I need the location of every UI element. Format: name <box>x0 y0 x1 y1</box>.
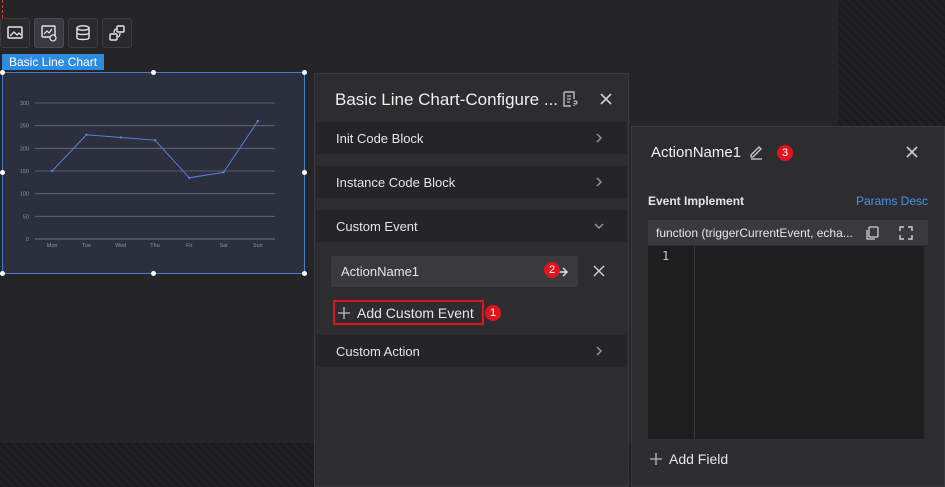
code-signature: function (triggerCurrentEvent, echa... <box>648 220 928 245</box>
y-tick-label: 250 <box>20 124 29 130</box>
event-editor-panel: ActionName1 3 Event Implement Params Des… <box>631 126 945 487</box>
step-badge-1: 1 <box>485 305 501 321</box>
chart-settings-button[interactable] <box>34 18 64 48</box>
resize-handle-top[interactable] <box>151 70 156 75</box>
database-button[interactable] <box>68 18 98 48</box>
x-tick-label: Wed <box>115 243 126 249</box>
step-badge-3: 3 <box>777 145 793 161</box>
document-icon[interactable] <box>561 90 579 108</box>
data-point <box>153 138 157 142</box>
event-implement-label: Event Implement <box>648 194 745 208</box>
data-point <box>50 169 54 173</box>
resize-handle-bottom-right[interactable] <box>302 271 307 276</box>
chart-settings-icon <box>41 25 57 42</box>
database-icon <box>76 25 90 41</box>
function-signature: function (triggerCurrentEvent, echa... <box>656 225 853 240</box>
image-tool-icon <box>7 26 23 39</box>
params-desc-link[interactable]: Params Desc <box>856 194 928 208</box>
chevron-right-icon <box>596 133 602 143</box>
line-number: 1 <box>662 249 670 263</box>
x-tick-label: Sun <box>253 243 263 249</box>
data-point <box>222 171 225 174</box>
y-tick-label: 300 <box>20 101 29 107</box>
add-event-label: Add Custom Event <box>357 304 474 321</box>
widget-toolbar <box>0 18 132 50</box>
x-tick-label: Thu <box>150 243 159 249</box>
event-name: ActionName1 <box>341 264 420 279</box>
delete-event-icon[interactable] <box>592 264 606 278</box>
section-custom-action[interactable]: Custom Action <box>316 335 627 367</box>
plus-icon <box>338 306 350 319</box>
image-tool-button[interactable] <box>0 18 30 48</box>
code-editor[interactable]: 1 <box>648 246 924 439</box>
step-badge-2: 2 <box>544 262 560 278</box>
chevron-down-icon <box>594 223 604 229</box>
resize-handle-bottom[interactable] <box>151 271 156 276</box>
chevron-right-icon <box>596 346 602 356</box>
line-gutter: 1 <box>648 246 695 439</box>
edit-icon[interactable] <box>748 143 765 160</box>
line-chart: 0 50 100 150 200 250 300 Mon Tue Wed Thu Fri Sat Sun <box>20 101 275 249</box>
section-init-code-block[interactable]: Init Code Block <box>316 122 627 154</box>
y-tick-label: 150 <box>20 169 29 175</box>
x-tick-label: Sat <box>219 243 228 249</box>
panel-title: Basic Line Chart-Configure ... <box>335 90 558 109</box>
y-tick-label: 100 <box>20 192 29 198</box>
add-field-label: Add Field <box>669 451 729 467</box>
close-icon[interactable] <box>598 91 614 107</box>
resize-handle-top-left[interactable] <box>0 70 5 75</box>
data-point <box>256 119 260 123</box>
section-custom-event[interactable]: Custom Event <box>316 210 627 242</box>
x-tick-label: Fri <box>186 243 192 249</box>
line-chart-widget[interactable]: 0 50 100 150 200 250 300 Mon Tue Wed Thu Fri Sat Sun <box>2 72 305 274</box>
event-title: ActionName1 <box>651 144 742 161</box>
plus-icon <box>650 453 662 465</box>
section-label: Custom Event <box>336 218 418 234</box>
data-point <box>85 133 88 136</box>
add-custom-event-button[interactable]: Add Custom Event <box>333 300 484 325</box>
resize-handle-left[interactable] <box>0 170 5 175</box>
copy-icon[interactable] <box>864 225 880 241</box>
series-line <box>51 120 259 179</box>
configure-panel: Basic Line Chart-Configure ... Init Code… <box>314 73 629 487</box>
x-tick-label: Mon <box>47 243 58 249</box>
linkage-button[interactable] <box>102 18 132 48</box>
y-tick-label: 200 <box>20 146 29 152</box>
resize-handle-right[interactable] <box>302 170 307 175</box>
widget-name-tag: Basic Line Chart <box>2 54 105 70</box>
resize-handle-top-right[interactable] <box>302 70 307 75</box>
y-tick-label: 50 <box>23 214 29 220</box>
alignment-guide <box>2 0 3 18</box>
chevron-right-icon <box>596 177 602 187</box>
data-point <box>119 136 122 139</box>
section-label: Custom Action <box>336 343 420 359</box>
resize-handle-bottom-left[interactable] <box>0 271 5 276</box>
custom-event-item[interactable]: ActionName1 <box>331 256 578 287</box>
fullscreen-icon[interactable] <box>898 225 914 241</box>
x-tick-label: Tue <box>82 243 91 249</box>
add-field-button[interactable]: Add Field <box>649 451 728 467</box>
data-point <box>188 176 191 179</box>
section-instance-code-block[interactable]: Instance Code Block <box>316 166 627 198</box>
section-label: Instance Code Block <box>336 174 456 190</box>
section-label: Init Code Block <box>336 130 424 146</box>
y-tick-label: 0 <box>26 237 29 243</box>
linkage-icon <box>109 25 125 41</box>
close-icon[interactable] <box>904 144 920 160</box>
